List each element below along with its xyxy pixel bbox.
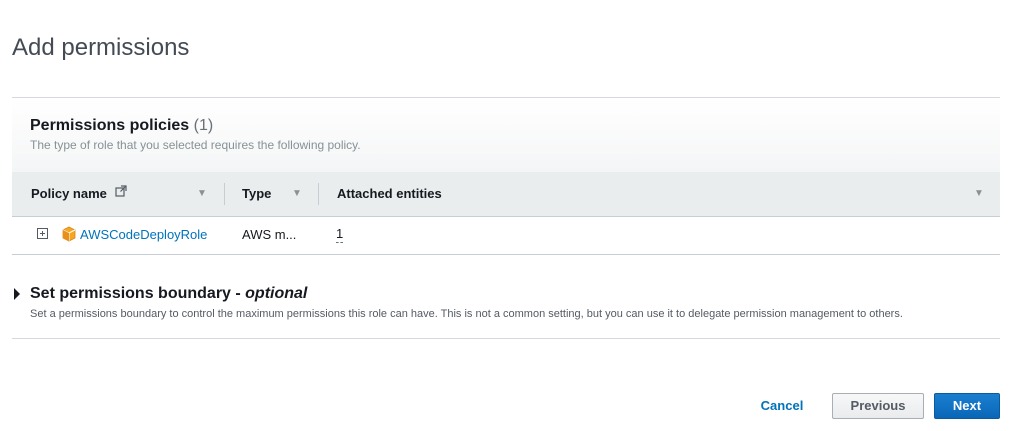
column-header-policy-name[interactable]: Policy name ▼ [31,172,231,216]
column-header-attached-entities[interactable]: Attached entities ▼ [337,172,997,216]
permissions-policies-panel: Permissions policies (1) The type of rol… [12,97,1000,255]
column-label-attached-entities: Attached entities [337,186,442,201]
page-title: Add permissions [12,34,190,61]
table-header: Policy name ▼ Type ▼ Attached entities ▼ [12,172,1000,217]
policy-count: (1) [193,117,214,134]
previous-button[interactable]: Previous [832,393,924,419]
column-header-type[interactable]: Type ▼ [242,172,322,216]
cancel-button[interactable]: Cancel [748,393,816,419]
caret-right-icon[interactable] [14,288,20,300]
panel-description: The type of role that you selected requi… [30,138,361,152]
sort-caret-down-icon[interactable]: ▼ [197,172,207,216]
external-link-icon[interactable] [114,171,127,215]
sort-caret-down-icon[interactable]: ▼ [974,172,984,216]
boundary-title-text: Set permissions boundary - [30,285,246,302]
column-divider [224,183,225,205]
panel-header: Permissions policies (1) The type of rol… [12,98,1000,173]
column-label-policy-name: Policy name [31,186,107,201]
column-divider [318,183,319,205]
attached-entities-count[interactable]: 1 [336,226,344,243]
policy-type: AWS m... [242,227,297,242]
boundary-description: Set a permissions boundary to control th… [30,308,903,320]
column-label-type: Type [242,186,272,201]
permissions-boundary-section: Set permissions boundary - optional Set … [12,280,1000,339]
plus-square-icon[interactable] [37,228,48,239]
panel-title: Permissions policies (1) [30,116,213,136]
policy-name-link[interactable]: AWSCodeDeployRole [80,227,207,243]
boundary-optional-label: optional [245,285,308,302]
next-button[interactable]: Next [934,393,1000,419]
sort-caret-down-icon[interactable]: ▼ [292,172,302,216]
boundary-toggle-title[interactable]: Set permissions boundary - optional [30,284,307,304]
aws-managed-policy-cube-icon [62,226,76,247]
table-row: AWSCodeDeployRole AWS m... 1 [12,217,1000,253]
panel-title-text: Permissions policies [30,117,190,134]
